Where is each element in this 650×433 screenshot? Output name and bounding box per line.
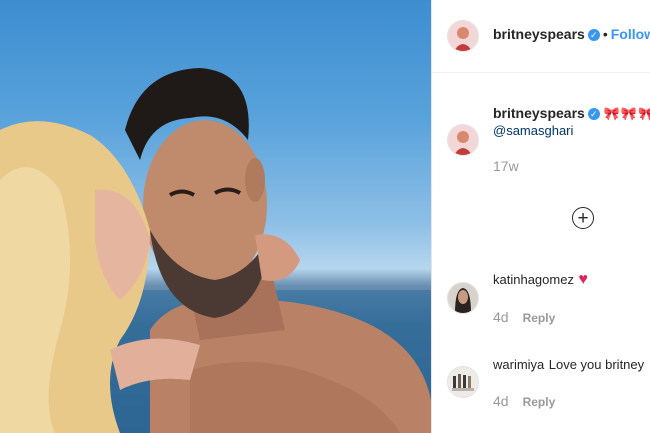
avatar[interactable]	[447, 20, 479, 52]
load-more-comments-button[interactable]: +	[572, 207, 594, 229]
verified-badge-icon: ✓	[587, 28, 600, 41]
plus-circle-icon: +	[577, 207, 589, 229]
heart-emoji-icon: ♥	[578, 271, 588, 288]
comment-meta: 4d Reply	[493, 309, 555, 327]
post-photo[interactable]	[0, 0, 431, 433]
comment-avatar-image	[448, 367, 478, 397]
post-header: britneyspears ✓ • Follow	[432, 0, 650, 73]
header-user-line: britneyspears ✓ • Follow	[493, 26, 650, 44]
comment-body: katinhagomez ♥	[493, 270, 588, 289]
comment-text: Love you britney	[548, 357, 645, 372]
header-username[interactable]: britneyspears	[493, 26, 585, 42]
post-side-panel: britneyspears ✓ • Follow britneyspears ✓ 🎀🎀🎀…	[431, 0, 650, 433]
post-photo-illustration	[0, 68, 431, 433]
profile-avatar-image	[448, 21, 478, 51]
comment-username[interactable]: katinhagomez	[493, 272, 574, 287]
caption-timestamp[interactable]: 17w	[493, 158, 643, 174]
ribbon-emoji-icon: 🎀🎀🎀	[603, 106, 650, 121]
caption-mention[interactable]: @samasghari	[493, 123, 643, 138]
caption-avatar[interactable]	[447, 124, 479, 156]
caption-username[interactable]: britneyspears	[493, 105, 585, 121]
caption-body: britneyspears ✓ 🎀🎀🎀 @samasghari 17w	[493, 104, 650, 174]
comment-avatar-image	[448, 283, 478, 313]
verified-badge-icon: ✓	[587, 108, 600, 121]
comment-avatar[interactable]	[447, 282, 479, 314]
comment-avatar[interactable]	[447, 366, 479, 398]
comment-timestamp[interactable]: 4d	[493, 393, 509, 409]
comment-username[interactable]: warimiya	[493, 357, 544, 372]
caption-avatar-image	[448, 125, 478, 155]
comment-meta: 4d Reply	[493, 393, 555, 411]
separator-dot: •	[602, 26, 608, 42]
comment-body: warimiya Love you britney	[493, 356, 644, 374]
comment-timestamp[interactable]: 4d	[493, 309, 509, 325]
reply-button[interactable]: Reply	[523, 395, 556, 409]
reply-button[interactable]: Reply	[523, 311, 556, 325]
follow-button[interactable]: Follow	[611, 26, 650, 42]
